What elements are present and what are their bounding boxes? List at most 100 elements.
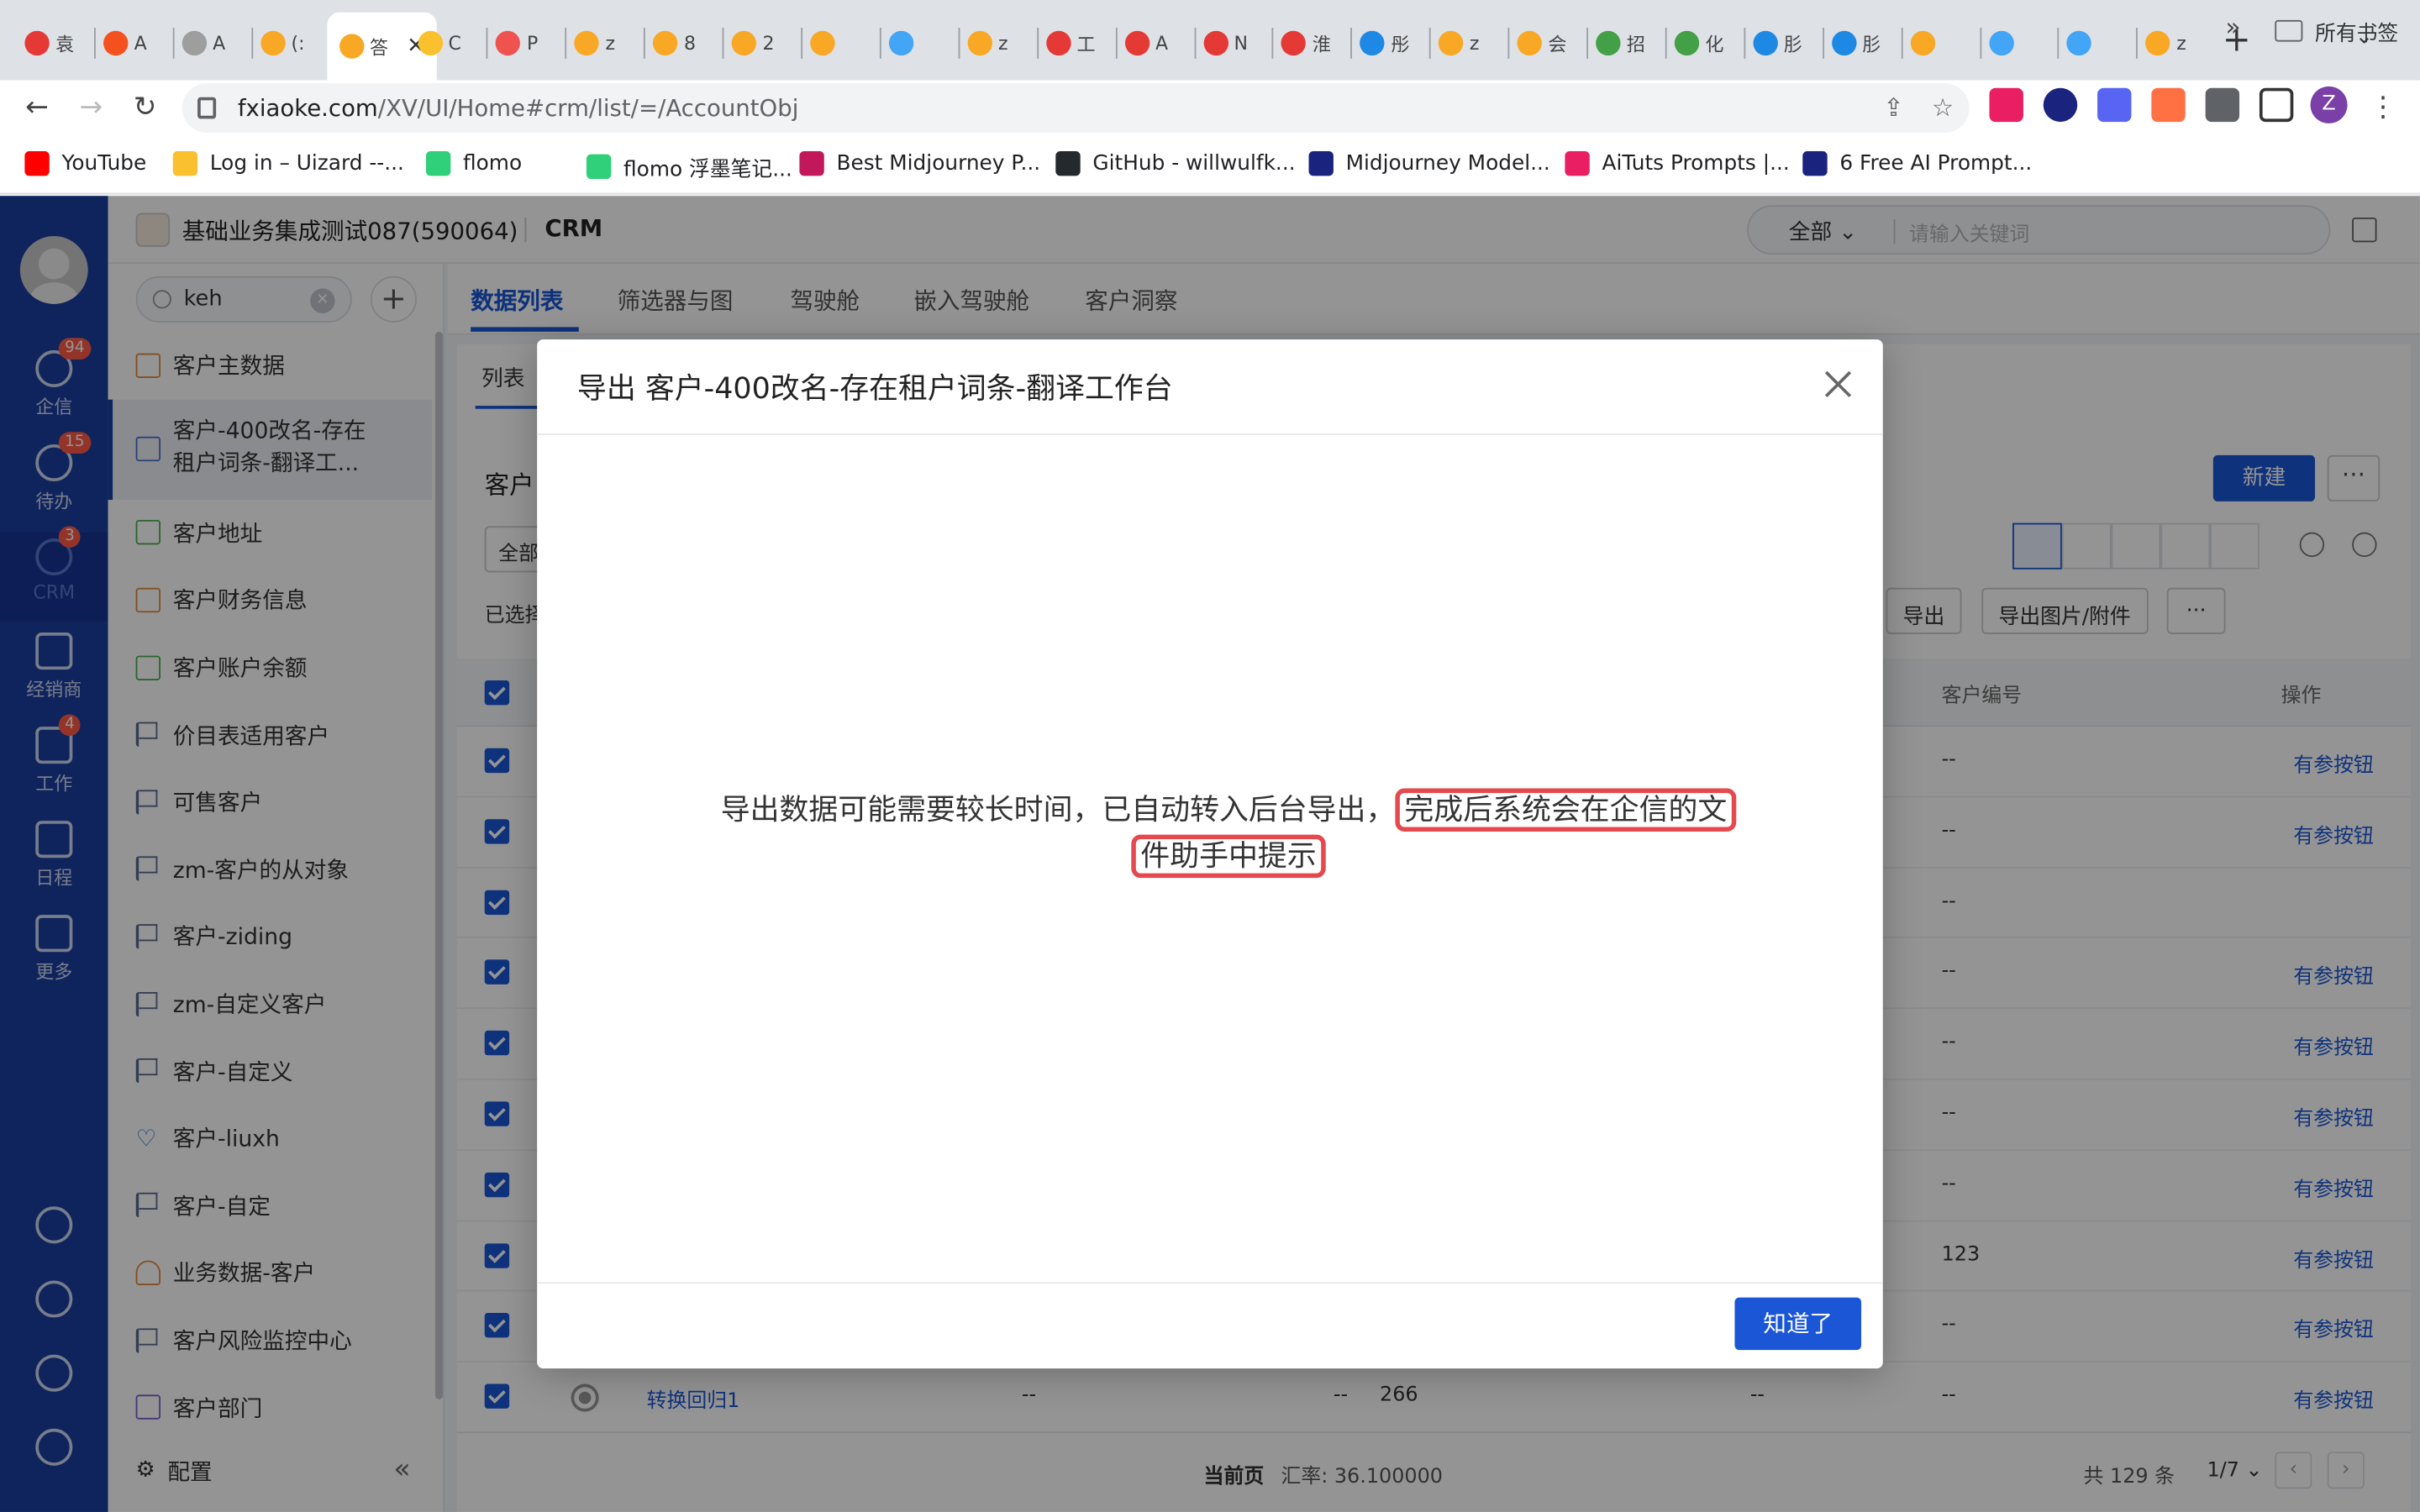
browser-tab[interactable]	[888, 22, 944, 65]
bookmark-item[interactable]: AiTuts Prompts |...	[1565, 150, 1790, 176]
browser-tab[interactable]: A	[182, 22, 237, 65]
tab-favicon-icon	[417, 30, 443, 56]
browser-menu-icon[interactable]: ⋮	[2365, 90, 2402, 127]
bookmark-item[interactable]: flomo	[425, 150, 522, 176]
bookmark-item[interactable]: flomo 浮墨笔记...	[586, 151, 792, 182]
browser-tab[interactable]: 化	[1674, 22, 1730, 65]
browser-tab[interactable]	[1988, 22, 2044, 65]
bookmark-label: Best Midjourney P...	[836, 150, 1041, 176]
reload-button[interactable]: ↻	[127, 90, 164, 127]
browser-tab[interactable]	[1910, 22, 1965, 65]
browser-tab[interactable]: C	[417, 22, 473, 65]
tab-title: A	[134, 32, 147, 55]
bookmarks-bar: YouTube Log in – Uizard --... flomo flomo 浮…	[0, 135, 2420, 195]
tab-title: 工	[1076, 33, 1096, 55]
browser-tab[interactable]: N	[1202, 22, 1259, 65]
side-panel-icon[interactable]	[2259, 87, 2294, 123]
tab-favicon-icon	[496, 30, 521, 56]
tab-favicon-icon	[731, 30, 757, 56]
browser-tab[interactable]: z	[574, 22, 630, 65]
tab-favicon-icon	[1910, 30, 1935, 56]
tab-separator	[93, 28, 96, 59]
browser-tab[interactable]: A	[1124, 22, 1180, 65]
bookmark-favicon-icon	[586, 154, 612, 180]
browser-tab[interactable]: 肜	[1831, 22, 1887, 65]
bookmark-item[interactable]: Midjourney Model...	[1308, 150, 1550, 176]
tab-favicon-icon	[1674, 30, 1700, 56]
bookmark-item[interactable]: GitHub - willwulfk...	[1055, 150, 1296, 176]
all-bookmarks-folder[interactable]: 所有书签	[2275, 15, 2398, 46]
bookmark-favicon-icon	[799, 150, 824, 176]
ok-button[interactable]: 知道了	[1734, 1297, 1862, 1351]
browser-tab[interactable]: 2	[731, 22, 787, 65]
tab-favicon-icon	[1439, 30, 1464, 56]
browser-tab[interactable]: 袁	[24, 22, 80, 65]
tab-title: z	[605, 32, 616, 55]
browser-tab[interactable]: 工	[1045, 22, 1102, 65]
tab-separator	[565, 28, 567, 59]
extension-monica-icon[interactable]	[2043, 87, 2078, 123]
browser-tab[interactable]: 淮	[1281, 22, 1337, 65]
browser-tab[interactable]: z	[2145, 22, 2202, 65]
tab-separator	[1744, 28, 1745, 59]
share-icon[interactable]: ⇪	[1883, 92, 1904, 122]
tab-separator	[801, 28, 803, 59]
tab-title: 彤	[1391, 33, 1410, 55]
browser-tab[interactable]: 会	[1517, 22, 1573, 65]
tab-title: z	[997, 32, 1008, 55]
bookmark-favicon-icon	[1055, 150, 1081, 176]
bookmark-label: 6 Free AI Prompt...	[1839, 150, 2033, 176]
tab-favicon-icon	[653, 30, 678, 56]
bookmark-item[interactable]: 6 Free AI Prompt...	[1802, 150, 2033, 176]
tab-title: C	[448, 32, 461, 55]
browser-tab[interactable]: z	[967, 22, 1023, 65]
browser-tab[interactable]: 招	[1596, 22, 1651, 65]
bookmark-item[interactable]: Log in – Uizard --...	[172, 150, 404, 176]
forward-button[interactable]: →	[72, 90, 109, 127]
message-highlight: 完成后系统会在企信的文	[1395, 788, 1737, 832]
browser-tab[interactable]: 肜	[1753, 22, 1808, 65]
bookmark-star-icon[interactable]: ☆	[1932, 92, 1954, 122]
export-dialog: 导出 客户-400改名-存在租户词条-翻译工作台 导出数据可能需要较长时间，已自…	[537, 339, 1883, 1369]
browser-tab[interactable]	[2067, 22, 2123, 65]
extensions-puzzle-icon[interactable]	[2205, 87, 2240, 123]
address-bar[interactable]: fxiaoke.com/XV/UI/Home#crm/list/=/Accoun…	[182, 83, 1970, 133]
tab-title: 8	[684, 32, 697, 55]
dialog-message: 导出数据可能需要较长时间，已自动转入后台导出， 完成后系统会在企信的文件助手中提示	[707, 787, 1750, 879]
tab-separator	[1115, 28, 1118, 59]
bookmark-favicon-icon	[425, 150, 451, 176]
tab-favicon-icon	[810, 30, 835, 56]
dialog-title: 导出 客户-400改名-存在租户词条-翻译工作台	[576, 371, 1173, 407]
tab-favicon-icon	[967, 30, 992, 56]
bookmark-item[interactable]: Best Midjourney P...	[799, 150, 1041, 176]
bookmark-label: Log in – Uizard --...	[209, 150, 404, 176]
tab-title: z	[1469, 32, 1480, 55]
bookmark-item[interactable]: YouTube	[24, 150, 147, 176]
tab-separator	[1429, 28, 1431, 59]
extension-pinwheel-icon[interactable]	[2151, 87, 2186, 123]
bookmarks-overflow-button[interactable]: »	[2226, 13, 2241, 42]
tab-title: 2	[762, 32, 775, 55]
browser-tab[interactable]: 彤	[1360, 22, 1416, 65]
bookmark-favicon-icon	[1802, 150, 1828, 176]
message-highlight: 件助手中提示	[1131, 834, 1326, 879]
tab-separator	[644, 28, 646, 59]
bookmark-label: flomo 浮墨笔记...	[623, 157, 792, 182]
browser-tab[interactable]: z	[1439, 22, 1494, 65]
tab-favicon-icon	[1124, 30, 1150, 56]
message-text: 导出数据可能需要较长时间，已自动转入后台导出，	[720, 793, 1396, 827]
bookmark-label: YouTube	[61, 150, 147, 176]
browser-tab[interactable]	[810, 22, 865, 65]
back-button[interactable]: ←	[18, 90, 55, 127]
dialog-divider	[537, 433, 1883, 435]
tab-separator	[1272, 28, 1274, 59]
browser-tab[interactable]: 8	[653, 22, 708, 65]
browser-tab[interactable]: A	[103, 22, 159, 65]
browser-tab[interactable]: (:	[260, 22, 316, 65]
extension-discord-icon[interactable]	[2097, 87, 2132, 123]
extension-translate-icon[interactable]	[1989, 87, 2023, 123]
url-text: fxiaoke.com/XV/UI/Home#crm/list/=/Accoun…	[237, 94, 799, 123]
profile-avatar[interactable]: Z	[2310, 86, 2348, 123]
close-icon[interactable]	[1821, 367, 1854, 401]
browser-tab[interactable]: P	[496, 22, 551, 65]
